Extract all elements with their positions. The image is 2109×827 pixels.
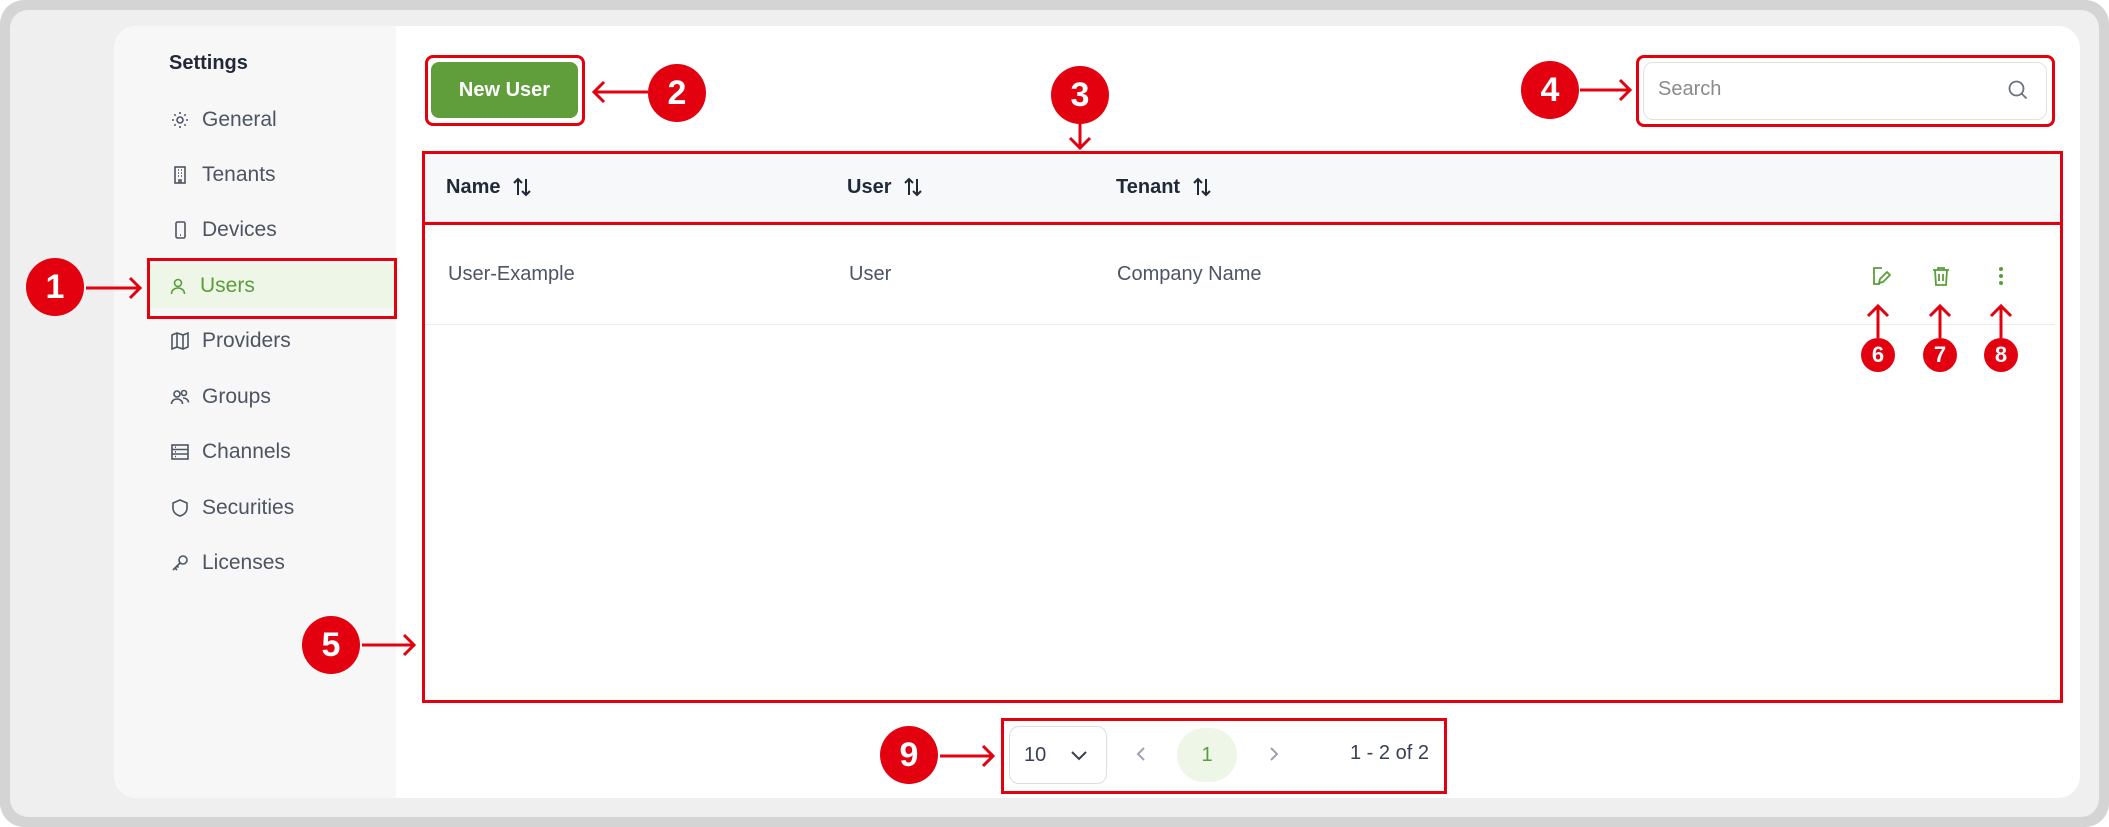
annotation-badge: 7 <box>1923 338 1957 372</box>
annotation-badge: 9 <box>880 726 938 784</box>
annotation-badge: 1 <box>26 258 84 316</box>
annotation-badge: 4 <box>1521 61 1579 119</box>
annotation-arrows <box>86 78 2013 768</box>
annotation-badge: 5 <box>302 616 360 674</box>
annotation-badge: 8 <box>1984 338 2018 372</box>
annotation-badge: 2 <box>648 64 706 122</box>
annotation-badge: 6 <box>1861 338 1895 372</box>
annotation-badge: 3 <box>1051 66 1109 124</box>
